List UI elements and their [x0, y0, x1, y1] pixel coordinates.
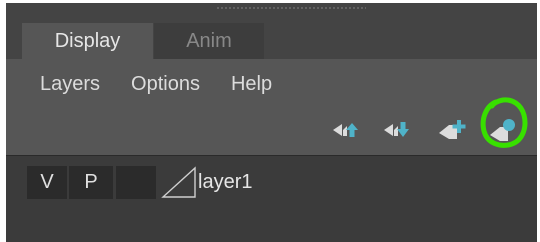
create-new-layer-icon[interactable] — [437, 117, 467, 143]
tab-display[interactable]: Display — [22, 23, 153, 59]
menu-help[interactable]: Help — [231, 69, 272, 99]
layer-color-icon — [161, 166, 196, 198]
menu-bar: Layers Options Help — [40, 69, 303, 99]
tab-anim[interactable]: Anim — [154, 23, 264, 59]
layer-list: V P layer1 — [6, 155, 537, 242]
layer-playback-toggle[interactable]: P — [69, 166, 113, 199]
menu-layers[interactable]: Layers — [40, 69, 100, 99]
layer-name[interactable]: layer1 — [198, 166, 252, 199]
layer-display-type-toggle[interactable] — [116, 166, 156, 199]
layer-color-swatch[interactable] — [159, 166, 199, 199]
tab-bar: Display Anim — [6, 3, 537, 59]
layer-visibility-toggle[interactable]: V — [27, 166, 67, 199]
move-selected-layer-down-icon[interactable] — [381, 117, 411, 143]
move-selected-layer-up-icon[interactable] — [330, 117, 360, 143]
highlight-ring-annotation — [480, 97, 528, 148]
layer-editor-panel: Display Anim Layers Options Help V P lay… — [6, 3, 537, 242]
window-frame: Display Anim Layers Options Help V P lay… — [0, 0, 540, 242]
layer-editor-content: Layers Options Help V P layer1 — [6, 59, 537, 242]
menu-options[interactable]: Options — [131, 69, 200, 99]
